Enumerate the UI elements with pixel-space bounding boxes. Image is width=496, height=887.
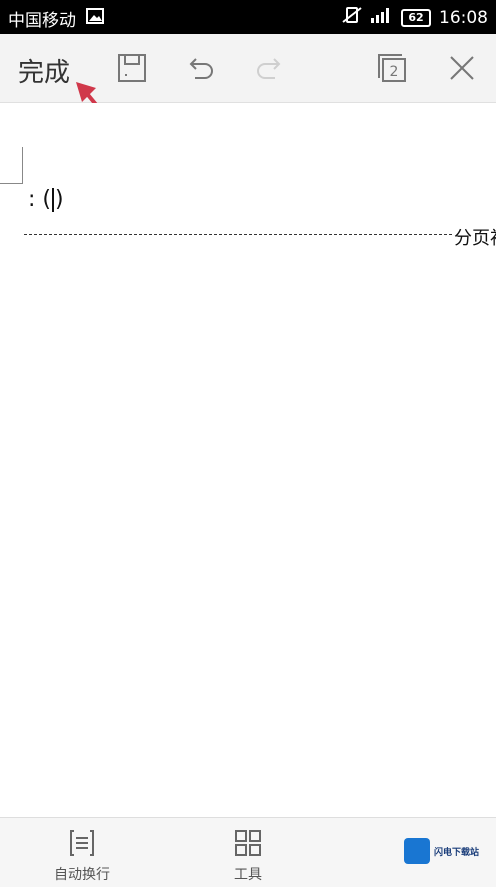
watermark-logo-icon [404,838,430,864]
image-notification-icon [86,8,104,28]
margin-corner-mark [0,147,23,184]
wrap-lines-icon [67,830,97,862]
done-button[interactable]: 完成 [18,52,70,89]
document-canvas[interactable]: : () 分页衫 [0,103,496,817]
tools-button[interactable]: 工具 [226,828,270,884]
document-text-line[interactable]: : () [28,187,64,212]
watermark: 闪电下载站 [404,838,479,864]
pages-icon[interactable]: 2 [376,52,408,84]
vibrate-off-icon [341,6,363,29]
battery-indicator: 62 [401,8,431,27]
text-before-cursor: : ( [28,187,51,212]
carrier-name: 中国移动 [8,11,76,31]
auto-wrap-label: 自动换行 [54,867,110,883]
auto-wrap-button[interactable]: 自动换行 [50,828,114,884]
status-right-group: 62 16:08 [341,6,488,29]
text-cursor [52,188,54,212]
clock: 16:08 [439,7,488,28]
redo-icon[interactable] [253,52,285,84]
page-break-line [24,234,452,235]
page-break-label: 分页衫 [454,228,496,249]
watermark-text: 闪电下载站 [434,847,480,858]
undo-icon[interactable] [185,52,217,84]
grid-tools-icon [233,830,263,862]
page-count: 2 [390,64,399,80]
close-icon[interactable] [446,52,478,84]
text-after-cursor: ) [55,187,64,212]
tools-label: 工具 [234,867,262,883]
signal-icon [371,7,393,28]
status-bar: 中国移动 62 16:08 [0,0,496,34]
